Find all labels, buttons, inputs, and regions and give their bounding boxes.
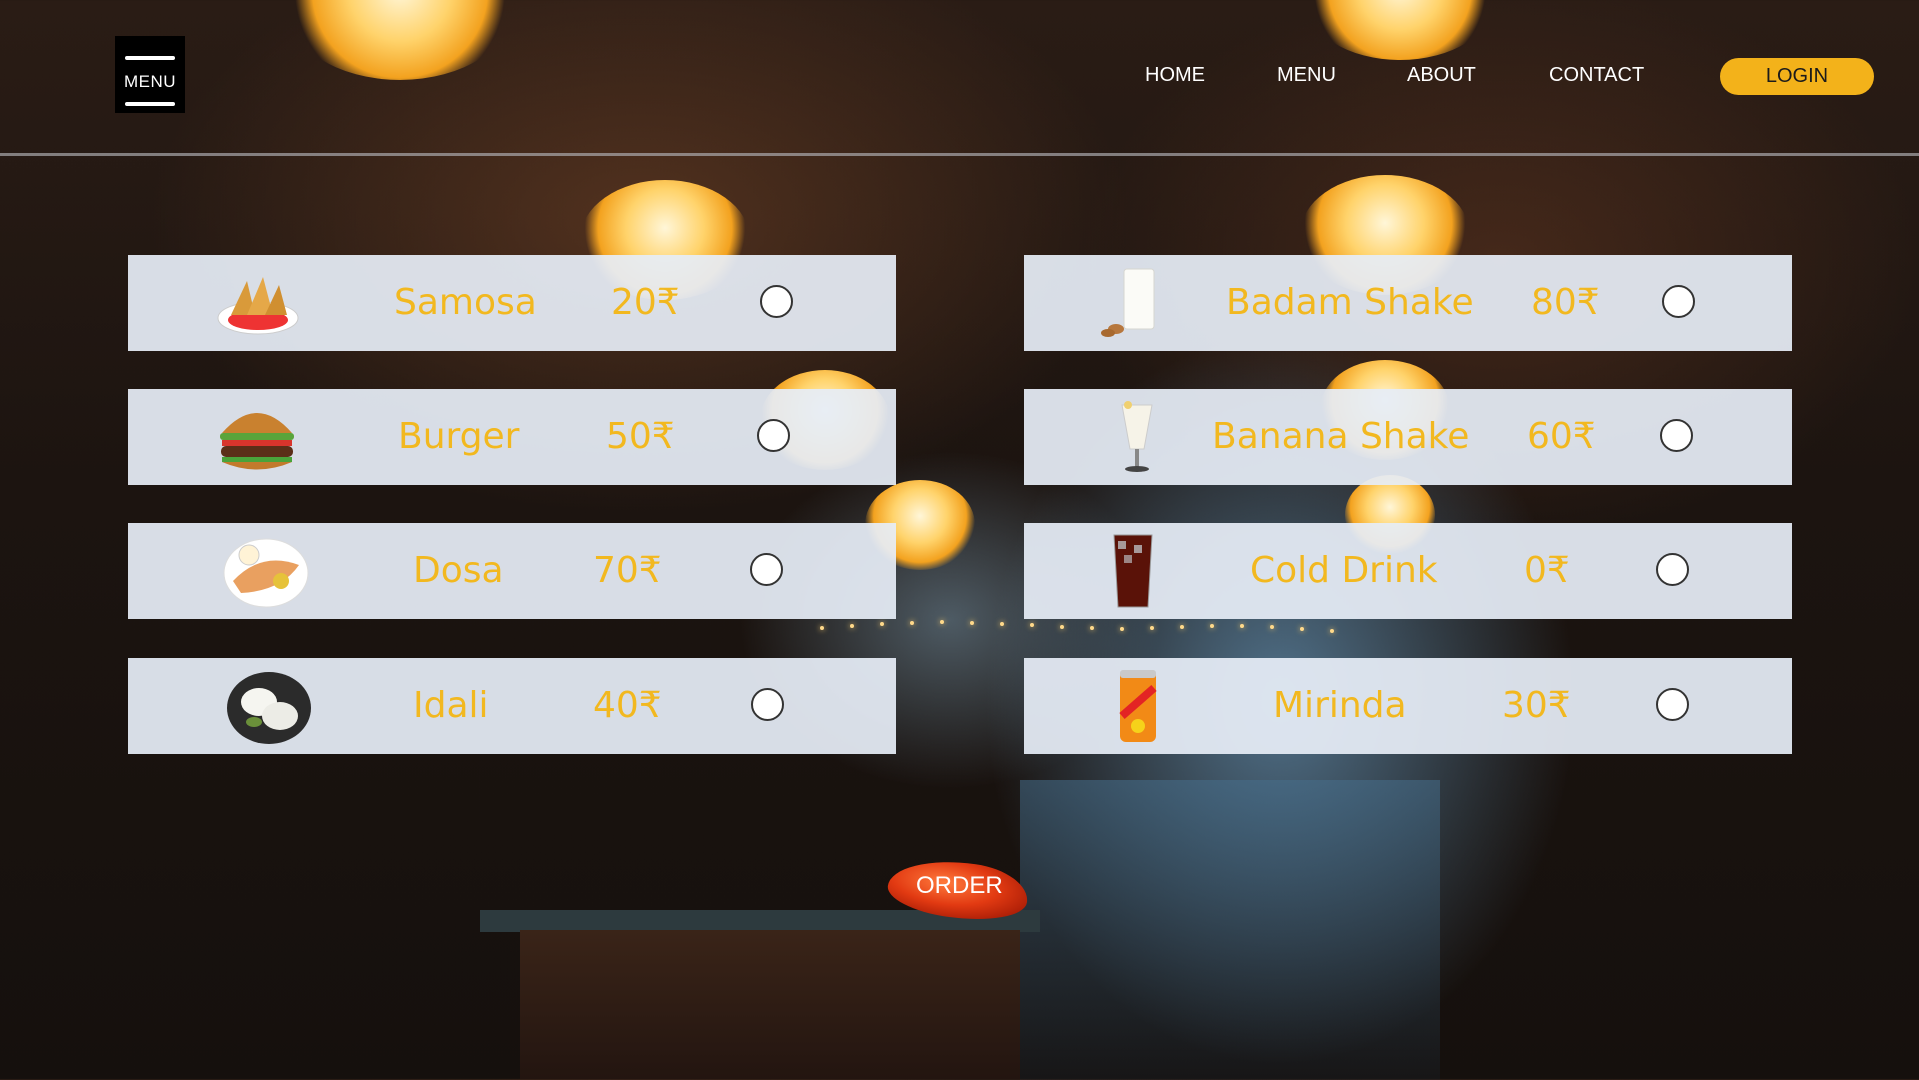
menu-item-price: 60₹ xyxy=(1527,416,1596,457)
nav-about[interactable]: ABOUT xyxy=(1407,64,1476,87)
menu-item-price: 0₹ xyxy=(1524,550,1570,591)
menu-toggle-label: MENU xyxy=(123,72,177,91)
select-radio[interactable] xyxy=(751,688,784,721)
string-lights xyxy=(820,620,1400,640)
select-radio[interactable] xyxy=(1656,553,1689,586)
select-radio[interactable] xyxy=(1656,688,1689,721)
select-radio[interactable] xyxy=(757,419,790,452)
order-button[interactable]: ORDER xyxy=(884,852,1034,928)
menu-item-dosa[interactable]: Dosa 70₹ xyxy=(128,523,896,619)
menu-item-burger[interactable]: Burger 50₹ xyxy=(128,389,896,485)
dosa-icon xyxy=(223,538,309,608)
hamburger-bar xyxy=(125,56,175,60)
window xyxy=(1020,780,1440,1080)
menu-item-name: Cold Drink xyxy=(1250,550,1438,591)
menu-item-name: Burger xyxy=(398,416,520,457)
hanging-lamp-icon xyxy=(285,0,515,80)
menu-item-name: Dosa xyxy=(413,550,504,591)
menu-item-mirinda[interactable]: Mirinda 30₹ xyxy=(1024,658,1792,754)
nav-menu[interactable]: MENU xyxy=(1277,64,1336,87)
hanging-lamp-icon xyxy=(1305,0,1495,60)
menu-item-cold-drink[interactable]: Cold Drink 0₹ xyxy=(1024,523,1792,619)
cola-glass-icon xyxy=(1113,534,1153,608)
hamburger-bar xyxy=(125,102,175,106)
samosa-icon xyxy=(217,277,299,335)
menu-item-samosa[interactable]: Samosa 20₹ xyxy=(128,255,896,351)
menu-toggle-button[interactable]: MENU xyxy=(115,36,185,113)
header-divider xyxy=(0,153,1919,156)
select-radio[interactable] xyxy=(1662,285,1695,318)
menu-item-price: 40₹ xyxy=(593,685,662,726)
menu-item-name: Banana Shake xyxy=(1212,416,1470,457)
nav-contact[interactable]: CONTACT xyxy=(1549,64,1644,87)
menu-item-idali[interactable]: Idali 40₹ xyxy=(128,658,896,754)
menu-item-name: Badam Shake xyxy=(1226,282,1474,323)
menu-item-name: Idali xyxy=(413,685,489,726)
select-radio[interactable] xyxy=(1660,419,1693,452)
login-button[interactable]: LOGIN xyxy=(1720,58,1874,95)
soda-can-icon xyxy=(1119,670,1157,742)
milk-glass-icon xyxy=(1101,268,1155,337)
menu-item-price: 80₹ xyxy=(1531,282,1600,323)
menu-item-price: 70₹ xyxy=(593,550,662,591)
menu-item-badam-shake[interactable]: Badam Shake 80₹ xyxy=(1024,255,1792,351)
menu-item-price: 50₹ xyxy=(606,416,675,457)
burger-icon xyxy=(220,413,294,470)
menu-item-price: 20₹ xyxy=(611,282,680,323)
shake-glass-icon xyxy=(1121,401,1153,472)
order-button-label: ORDER xyxy=(916,872,1003,899)
menu-item-name: Mirinda xyxy=(1273,685,1407,726)
menu-item-name: Samosa xyxy=(394,282,537,323)
menu-item-banana-shake[interactable]: Banana Shake 60₹ xyxy=(1024,389,1792,485)
menu-item-price: 30₹ xyxy=(1502,685,1571,726)
select-radio[interactable] xyxy=(760,285,793,318)
idli-icon xyxy=(227,672,311,744)
counter xyxy=(520,930,1020,1079)
select-radio[interactable] xyxy=(750,553,783,586)
nav-home[interactable]: HOME xyxy=(1145,64,1205,87)
